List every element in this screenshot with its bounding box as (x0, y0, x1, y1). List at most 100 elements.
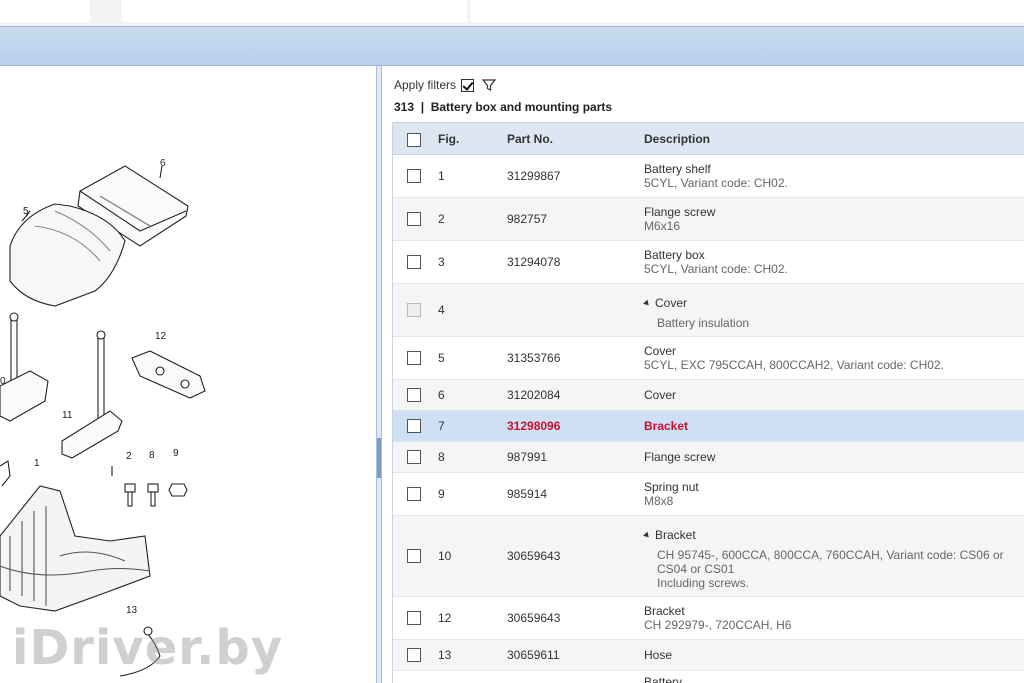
row-fig: 3 (438, 255, 445, 269)
row-checkbox[interactable] (407, 169, 421, 183)
apply-filters-checkbox[interactable] (461, 78, 475, 92)
row-description: Bracket (644, 604, 685, 618)
header-fig[interactable]: Fig. (438, 132, 459, 146)
row-detail: Battery insulation (657, 316, 750, 330)
callout-1[interactable]: 1 (34, 458, 40, 469)
callout-2[interactable]: 2 (126, 451, 132, 462)
row-checkbox[interactable] (407, 255, 421, 269)
table-row[interactable]: 5 31353766 Cover 5CYL, EXC 795CCAH, 800C… (393, 337, 1024, 380)
row-part-no[interactable]: 31202084 (507, 388, 560, 402)
row-detail: CH 95745-, 600CCA, 800CCA, 760CCAH, Vari… (657, 548, 1004, 562)
table-row[interactable]: 2 982757 Flange screw M6x16 (393, 198, 1024, 241)
row-detail: M6x16 (644, 219, 681, 233)
parts-diagram[interactable]: 6 5 12 0 11 1 2 8 9 13 (0, 66, 376, 683)
collapse-triangle-icon[interactable] (643, 299, 651, 308)
table-row[interactable]: 10 30659643 Bracket CH 95745-, 600CCA, 8… (393, 516, 1024, 597)
parts-table: Fig. Part No. Description 1 31299867 Bat… (392, 122, 1024, 683)
row-fig: 5 (438, 351, 445, 365)
row-checkbox[interactable] (407, 487, 421, 501)
row-checkbox[interactable] (407, 351, 421, 365)
table-row[interactable]: 13 30659611 Hose (393, 640, 1024, 671)
row-description: Cover (644, 388, 677, 402)
table-row[interactable]: 4 Cover Battery insulation (393, 284, 1024, 337)
callout-13[interactable]: 13 (126, 605, 138, 616)
row-detail: CH 292979-, 720CCAH, H6 (644, 618, 792, 632)
top-toolbar (0, 0, 1024, 26)
row-fig: 7 (438, 419, 445, 433)
row-part-no[interactable]: 30659643 (507, 549, 560, 563)
row-part-no[interactable]: 982757 (507, 212, 547, 226)
watermark-logo: iDriver.by (12, 620, 283, 676)
row-description: Spring nut (644, 480, 699, 494)
row-part-no[interactable]: 30659611 (507, 648, 560, 662)
table-row[interactable]: 3 31294078 Battery box 5CYL, Variant cod… (393, 241, 1024, 284)
row-fig: 1 (438, 169, 445, 183)
row-fig: 4 (438, 303, 445, 317)
row-part-no[interactable]: 985914 (507, 487, 547, 501)
row-checkbox[interactable] (407, 549, 421, 563)
section-title: 313 | Battery box and mounting parts (394, 100, 613, 114)
row-description: Bracket (644, 419, 689, 433)
row-detail: 5CYL, EXC 795CCAH, 800CCAH2, Variant cod… (644, 358, 944, 372)
callout-9[interactable]: 9 (173, 448, 179, 459)
row-fig: 8 (438, 450, 445, 464)
row-checkbox[interactable] (407, 388, 421, 402)
row-detail-note: Including screws. (657, 576, 750, 590)
collapse-triangle-icon[interactable] (643, 531, 651, 540)
row-part-no[interactable]: 987991 (507, 450, 547, 464)
row-part-no[interactable]: 30659643 (507, 611, 560, 625)
apply-filters-label: Apply filters (394, 78, 457, 92)
row-detail: 5CYL, Variant code: CH02. (644, 176, 788, 190)
header-description[interactable]: Description (644, 132, 1024, 146)
row-checkbox[interactable] (407, 611, 421, 625)
row-fig: 10 (438, 549, 452, 563)
row-fig: 2 (438, 212, 445, 226)
filter-icon[interactable] (482, 78, 497, 92)
row-description: Cover (655, 296, 688, 310)
row-detail-cont: CS04 or CS01 (657, 562, 735, 576)
table-row[interactable]: Battery (393, 671, 1024, 683)
row-checkbox[interactable] (407, 450, 421, 464)
table-row[interactable]: 8 987991 Flange screw (393, 442, 1024, 473)
callout-6[interactable]: 6 (160, 158, 166, 169)
header-band (0, 26, 1024, 66)
select-all-checkbox[interactable] (407, 133, 421, 147)
row-part-no[interactable]: 31353766 (507, 351, 560, 365)
row-fig: 13 (438, 648, 452, 662)
row-description: Bracket (655, 528, 696, 542)
row-checkbox[interactable] (407, 648, 421, 662)
row-checkbox (407, 303, 421, 317)
row-part-no[interactable]: 31298096 (507, 419, 560, 433)
table-header: Fig. Part No. Description (393, 122, 1024, 155)
row-fig: 9 (438, 487, 445, 501)
row-checkbox[interactable] (407, 419, 421, 433)
toolbar-segment (122, 0, 467, 22)
splitter-grip-icon[interactable] (377, 438, 381, 478)
table-row[interactable]: 1 31299867 Battery shelf 5CYL, Variant c… (393, 155, 1024, 198)
apply-filters-toggle[interactable]: Apply filters (394, 76, 497, 94)
table-row[interactable]: 9 985914 Spring nut M8x8 (393, 473, 1024, 516)
callout-11[interactable]: 11 (62, 410, 73, 421)
table-row[interactable]: 6 31202084 Cover (393, 380, 1024, 411)
table-row-selected[interactable]: 7 31298096 Bracket (393, 411, 1024, 442)
row-fig: 6 (438, 388, 445, 402)
row-description: Battery box (644, 248, 705, 262)
callout-12[interactable]: 12 (155, 331, 167, 342)
callout-5[interactable]: 5 (23, 206, 29, 217)
row-description: Flange screw (644, 205, 716, 219)
row-description: Battery shelf (644, 162, 711, 176)
toolbar-segment (470, 0, 1024, 22)
exploded-view-illustration: 6 5 12 0 11 1 2 8 9 13 (0, 158, 206, 677)
row-part-no[interactable]: 31299867 (507, 169, 560, 183)
toolbar-segment (0, 0, 90, 22)
table-row[interactable]: 12 30659643 Bracket CH 292979-, 720CCAH,… (393, 597, 1024, 640)
row-checkbox[interactable] (407, 212, 421, 226)
callout-0[interactable]: 0 (0, 376, 6, 387)
callout-8[interactable]: 8 (149, 450, 155, 461)
row-detail: 5CYL, Variant code: CH02. (644, 262, 788, 276)
row-description: Hose (644, 648, 673, 662)
header-part-no[interactable]: Part No. (507, 132, 553, 146)
row-description: Cover (644, 344, 677, 358)
row-part-no[interactable]: 31294078 (507, 255, 560, 269)
row-detail: M8x8 (644, 494, 674, 508)
